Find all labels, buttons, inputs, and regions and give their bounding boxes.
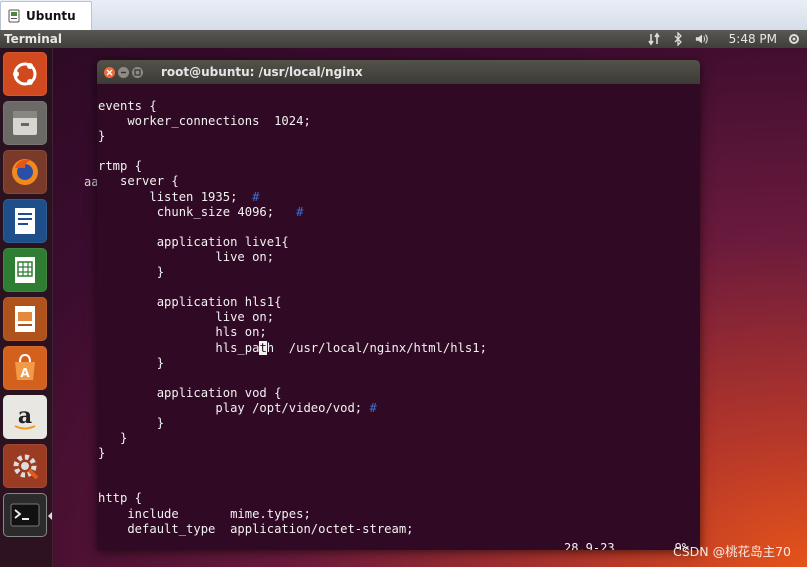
code-line: application vod { [98,385,282,400]
minimize-button[interactable] [118,66,129,78]
software-center-icon[interactable]: A [3,346,47,390]
system-tray: 5:48 PM [647,30,801,48]
code-line: play /opt/video/vod; [98,400,370,415]
terminal-titlebar[interactable]: root@ubuntu: /usr/local/nginx [97,60,700,84]
code-line: worker_connections 1024; [98,114,311,129]
vim-buffer[interactable]: events { worker_connections 1024; } rtmp… [97,84,700,537]
code-line: default_type application/octet-stream; [98,521,414,536]
code-line: application hls1{ [98,295,282,310]
code-line-rest: h /usr/local/nginx/html/hls1; [266,340,487,355]
code-line: live on; [98,310,275,325]
active-app-title: Terminal [4,32,63,46]
minimize-icon [121,71,126,73]
cursor-position: 28,9-23 [564,541,615,550]
host-tab-ubuntu[interactable]: Ubuntu [0,1,92,30]
close-icon [106,69,113,75]
text-cursor: t [259,340,267,355]
network-icon[interactable] [647,32,661,46]
code-line: rtmp { [98,159,143,174]
code-line: } [98,265,165,280]
impress-icon[interactable] [3,297,47,341]
close-button[interactable] [104,66,115,78]
watermark: CSDN @桃花岛主70 [672,544,791,559]
top-panel: Terminal 5:48 PM [0,30,807,48]
firefox-icon[interactable] [3,150,47,194]
ubuntu-dash-icon[interactable] [3,52,47,96]
host-tab-label: Ubuntu [26,9,76,23]
code-line: } [98,446,106,461]
clock[interactable]: 5:48 PM [729,32,777,46]
amazon-icon[interactable]: a [3,395,47,439]
writer-icon[interactable] [3,199,47,243]
svg-text:A: A [20,366,30,380]
files-icon[interactable] [3,101,47,145]
vim-status-line: 28,9-23 9% [564,541,689,550]
code-comment: # [296,204,304,219]
code-line: http { [98,491,143,506]
code-line: } [98,129,106,144]
code-line: } [98,415,165,430]
maximize-icon [134,68,141,76]
svg-text:a: a [18,403,32,429]
code-line: listen 1935; [98,189,253,204]
code-line: include mime.types; [98,506,311,521]
calc-icon[interactable] [3,248,47,292]
code-line: server { [98,174,179,189]
code-line: events { [98,99,157,113]
host-tab-bar: Ubuntu [0,0,807,31]
code-line: application live1{ [98,234,289,249]
unity-launcher: A a [0,48,53,567]
settings-icon[interactable] [3,444,47,488]
vm-icon [8,9,20,23]
power-gear-icon[interactable] [787,32,801,46]
code-line: chunk_size 4096; [98,204,297,219]
terminal-icon[interactable] [3,493,52,537]
terminal-content[interactable]: events { worker_connections 1024; } rtmp… [97,84,700,550]
code-line: } [98,431,128,446]
terminal-window[interactable]: root@ubuntu: /usr/local/nginx events { w… [97,60,700,550]
code-line: hls on; [98,325,267,340]
code-comment: # [252,189,260,204]
code-line: hls_pa [98,340,260,355]
terminal-title: root@ubuntu: /usr/local/nginx [161,65,363,79]
code-line: } [98,355,165,370]
code-comment: # [369,400,377,415]
bluetooth-icon[interactable] [671,32,685,46]
volume-icon[interactable] [695,32,709,46]
code-line: live on; [98,249,275,264]
maximize-button[interactable] [132,66,143,78]
